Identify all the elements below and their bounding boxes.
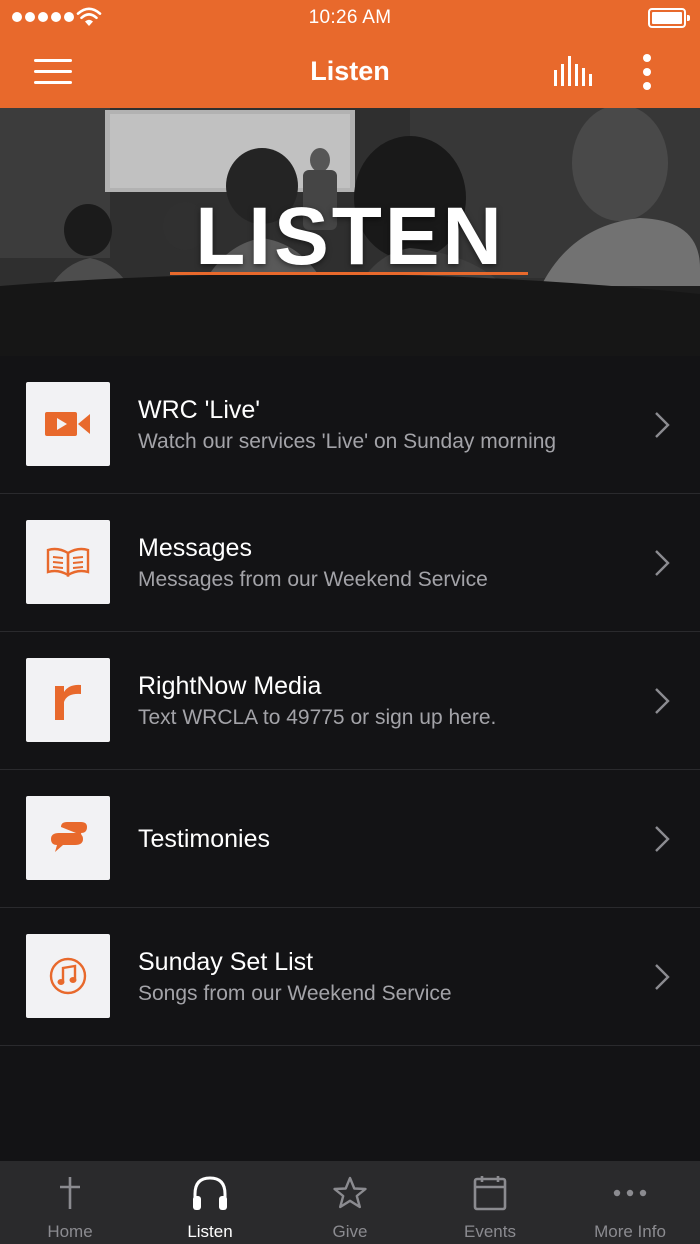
- list-item-title: Sunday Set List: [138, 948, 314, 976]
- chevron-right-icon: [655, 412, 670, 438]
- tab-label: Give: [332, 1222, 368, 1241]
- status-time: 10:26 AM: [308, 7, 392, 28]
- list-item-testimonies[interactable]: Testimonies: [0, 770, 700, 908]
- tab-give[interactable]: Give: [280, 1161, 420, 1244]
- headphones-icon: [193, 1176, 227, 1210]
- open-book-icon: [46, 547, 90, 577]
- list-item-wrc-live[interactable]: WRC 'Live' Watch our services 'Live' on …: [0, 356, 700, 494]
- list-item-messages[interactable]: Messages Messages from our Weekend Servi…: [0, 494, 700, 632]
- list-item-title: RightNow Media: [138, 672, 322, 700]
- list-item-thumbnail: [26, 796, 110, 880]
- calendar-icon: [473, 1176, 507, 1211]
- list-item-title: WRC 'Live': [138, 396, 261, 424]
- ellipsis-icon: [613, 1189, 647, 1197]
- hero-title: LISTEN: [195, 191, 505, 282]
- overflow-menu-icon[interactable]: [636, 54, 658, 90]
- list-item-title: Testimonies: [138, 825, 270, 853]
- list-item-thumbnail: [26, 658, 110, 742]
- video-camera-icon: [45, 412, 90, 436]
- tab-listen[interactable]: Listen: [140, 1161, 280, 1244]
- tab-more-info[interactable]: More Info: [560, 1161, 700, 1244]
- chevron-right-icon: [655, 964, 670, 990]
- list-item-sunday-set-list[interactable]: Sunday Set List Songs from our Weekend S…: [0, 908, 700, 1046]
- cross-icon: [60, 1177, 80, 1209]
- tab-label: Events: [464, 1222, 516, 1241]
- list-item-subtitle: Messages from our Weekend Service: [138, 568, 488, 591]
- page-title: Listen: [310, 56, 390, 86]
- list-item-thumbnail: [26, 934, 110, 1018]
- hero-banner: LISTEN: [0, 108, 700, 356]
- tab-label: Home: [47, 1222, 93, 1241]
- battery-icon: [648, 8, 690, 28]
- list-item-subtitle: Text WRCLA to 49775 or sign up here.: [138, 706, 497, 729]
- list-item-thumbnail: [26, 382, 110, 466]
- chevron-right-icon: [655, 688, 670, 714]
- list-item-thumbnail: [26, 520, 110, 604]
- tab-label: Listen: [187, 1222, 233, 1241]
- chevron-right-icon: [655, 826, 670, 852]
- rightnow-logo-icon: [55, 684, 81, 720]
- tab-bar: Home Listen Give Events More Info: [0, 1161, 700, 1244]
- tab-events[interactable]: Events: [420, 1161, 560, 1244]
- list-item-title: Messages: [138, 534, 252, 562]
- app-screen: 10:26 AM Listen LISTEN WRC 'Live' Watch …: [0, 0, 700, 1244]
- top-bar: 10:26 AM Listen: [0, 0, 700, 108]
- list-item-subtitle: Songs from our Weekend Service: [138, 982, 452, 1005]
- music-note-icon: [49, 957, 87, 995]
- chat-bubbles-icon: [51, 822, 87, 852]
- tab-home[interactable]: Home: [0, 1161, 140, 1244]
- list-item-subtitle: Watch our services 'Live' on Sunday morn…: [138, 430, 557, 453]
- star-icon: [333, 1176, 367, 1209]
- audio-bars-icon[interactable]: [552, 56, 592, 88]
- hero-underline: [170, 272, 528, 275]
- tab-label: More Info: [594, 1222, 666, 1241]
- chevron-right-icon: [655, 550, 670, 576]
- navigation-bar: Listen: [0, 36, 700, 108]
- status-bar: 10:26 AM: [0, 0, 700, 36]
- list-item-rightnow-media[interactable]: RightNow Media Text WRCLA to 49775 or si…: [0, 632, 700, 770]
- listen-menu-list: WRC 'Live' Watch our services 'Live' on …: [0, 356, 700, 1046]
